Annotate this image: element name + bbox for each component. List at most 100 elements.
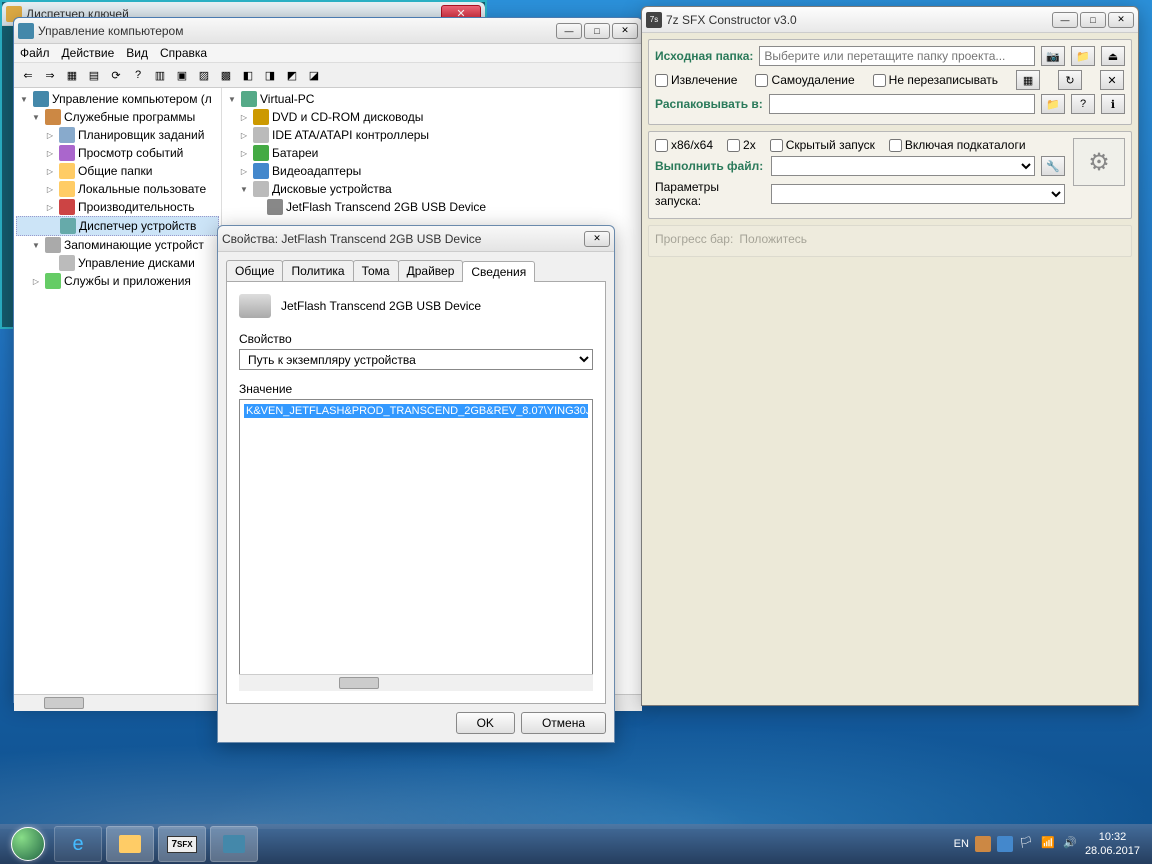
tree-item[interactable]: ▼Запоминающие устройст	[16, 236, 219, 254]
props-button[interactable]: ▤	[84, 65, 104, 85]
tree-item[interactable]: ▷Производительность	[16, 198, 219, 216]
extract-checkbox[interactable]: Извлечение	[655, 73, 737, 87]
nooverwrite-checkbox[interactable]: Не перезаписывать	[873, 73, 998, 87]
expand-icon[interactable]	[45, 220, 57, 232]
compmgmt-titlebar[interactable]: Управление компьютером — □ ✕	[14, 18, 642, 44]
tb-button[interactable]: ◨	[260, 65, 280, 85]
browse2-button[interactable]: 📁	[1041, 94, 1065, 114]
tree-item[interactable]: ▼Virtual-PC	[224, 90, 640, 108]
expand-icon[interactable]: ▷	[238, 147, 250, 159]
tool-button[interactable]: 🔧	[1041, 156, 1065, 176]
source-folder-input[interactable]	[759, 46, 1035, 66]
tree-item[interactable]: ▷Службы и приложения	[16, 272, 219, 290]
start-button[interactable]	[4, 825, 52, 863]
tree-item[interactable]: ▷IDE ATA/ATAPI контроллеры	[224, 126, 640, 144]
eject-button[interactable]: ⏏	[1101, 46, 1125, 66]
icon1-button[interactable]: ▦	[1016, 70, 1040, 90]
expand-icon[interactable]	[44, 257, 56, 269]
tree-item[interactable]: ▷Планировщик заданий	[16, 126, 219, 144]
tab-policy[interactable]: Политика	[282, 260, 353, 281]
info-button[interactable]: ℹ	[1101, 94, 1125, 114]
value-item[interactable]: K&VEN_JETFLASH&PROD_TRANSCEND_2GB&REV_8.…	[244, 404, 588, 418]
expand-icon[interactable]: ▷	[44, 165, 56, 177]
tb-button[interactable]: ▣	[172, 65, 192, 85]
menu-view[interactable]: Вид	[126, 46, 148, 60]
expand-icon[interactable]: ▷	[44, 183, 56, 195]
maximize-button[interactable]: □	[584, 23, 610, 39]
property-select[interactable]: Путь к экземпляру устройства	[239, 349, 593, 370]
tree-item[interactable]: JetFlash Transcend 2GB USB Device	[224, 198, 640, 216]
value-scrollbar[interactable]	[239, 674, 593, 691]
props-titlebar[interactable]: Свойства: JetFlash Transcend 2GB USB Dev…	[218, 226, 614, 252]
tree-item[interactable]: ▷Видеоадаптеры	[224, 162, 640, 180]
forward-button[interactable]: ⇒	[40, 65, 60, 85]
tab-driver[interactable]: Драйвер	[398, 260, 464, 281]
expand-icon[interactable]: ▼	[226, 93, 238, 105]
tree-item[interactable]: ▼Дисковые устройства	[224, 180, 640, 198]
help-button[interactable]: ?	[128, 65, 148, 85]
tree-item[interactable]: ▷Батареи	[224, 144, 640, 162]
taskbar-explorer[interactable]	[106, 826, 154, 862]
language-indicator[interactable]: EN	[954, 838, 969, 850]
minimize-button[interactable]: —	[1052, 12, 1078, 28]
up-button[interactable]: ▦	[62, 65, 82, 85]
hidden-checkbox[interactable]: Скрытый запуск	[770, 138, 875, 152]
back-button[interactable]: ⇐	[18, 65, 38, 85]
ok-button[interactable]: OK	[456, 712, 515, 734]
tree-item[interactable]: Управление дисками	[16, 254, 219, 272]
tray-icon[interactable]	[997, 836, 1013, 852]
refresh-button[interactable]: ⟳	[106, 65, 126, 85]
params-select[interactable]	[771, 184, 1065, 204]
tree-item[interactable]: ▷Локальные пользовате	[16, 180, 219, 198]
tree-item[interactable]: ▷Общие папки	[16, 162, 219, 180]
menu-file[interactable]: Файл	[20, 46, 50, 60]
tree-item[interactable]: Диспетчер устройств	[16, 216, 219, 236]
tab-general[interactable]: Общие	[226, 260, 283, 281]
tab-details[interactable]: Сведения	[462, 261, 535, 282]
compmgmt-tree-left[interactable]: ▼Управление компьютером (л▼Служебные про…	[14, 88, 222, 694]
cancel-button[interactable]: Отмена	[521, 712, 606, 734]
taskbar-compmgmt[interactable]	[210, 826, 258, 862]
settings-gear-button[interactable]: ⚙	[1073, 138, 1125, 186]
icon3-button[interactable]: ✕	[1100, 70, 1124, 90]
taskbar-ie[interactable]: e	[54, 826, 102, 862]
subdirs-checkbox[interactable]: Включая подкаталоги	[889, 138, 1026, 152]
expand-icon[interactable]: ▼	[30, 239, 42, 251]
value-listbox[interactable]: K&VEN_JETFLASH&PROD_TRANSCEND_2GB&REV_8.…	[239, 399, 593, 691]
tb-button[interactable]: ▥	[150, 65, 170, 85]
help-icon-button[interactable]: ?	[1071, 94, 1095, 114]
tree-item[interactable]: ▼Управление компьютером (л	[16, 90, 219, 108]
maximize-button[interactable]: □	[1080, 12, 1106, 28]
expand-icon[interactable]: ▷	[238, 111, 250, 123]
clock[interactable]: 10:32 28.06.2017	[1085, 830, 1140, 859]
tb-button[interactable]: ▨	[194, 65, 214, 85]
expand-icon[interactable]: ▷	[238, 129, 250, 141]
selfdelete-checkbox[interactable]: Самоудаление	[755, 73, 854, 87]
tb-button[interactable]: ◩	[282, 65, 302, 85]
expand-icon[interactable]: ▷	[44, 147, 56, 159]
expand-icon[interactable]: ▷	[238, 165, 250, 177]
close-button[interactable]: ✕	[612, 23, 638, 39]
expand-icon[interactable]: ▼	[30, 111, 42, 123]
sfx-titlebar[interactable]: 7s 7z SFX Constructor v3.0 — □ ✕	[642, 7, 1138, 33]
expand-icon[interactable]: ▷	[30, 275, 42, 287]
tb-button[interactable]: ◧	[238, 65, 258, 85]
menu-help[interactable]: Справка	[160, 46, 207, 60]
expand-icon[interactable]: ▷	[44, 201, 56, 213]
expand-icon[interactable]: ▼	[238, 183, 250, 195]
tree-item[interactable]: ▼Служебные программы	[16, 108, 219, 126]
2x-checkbox[interactable]: 2x	[727, 138, 756, 152]
expand-icon[interactable]: ▼	[18, 93, 30, 105]
tree-item[interactable]: ▷Просмотр событий	[16, 144, 219, 162]
browse-button[interactable]: 📷	[1041, 46, 1065, 66]
close-button[interactable]: ✕	[1108, 12, 1134, 28]
minimize-button[interactable]: —	[556, 23, 582, 39]
tree-item[interactable]: ▷DVD и CD-ROM дисководы	[224, 108, 640, 126]
expand-icon[interactable]	[252, 201, 264, 213]
tb-button[interactable]: ▩	[216, 65, 236, 85]
exec-file-select[interactable]	[771, 156, 1035, 176]
action-center-icon[interactable]: 🏳	[1019, 836, 1035, 852]
menu-action[interactable]: Действие	[62, 46, 115, 60]
expand-icon[interactable]: ▷	[44, 129, 56, 141]
tab-volumes[interactable]: Тома	[353, 260, 399, 281]
